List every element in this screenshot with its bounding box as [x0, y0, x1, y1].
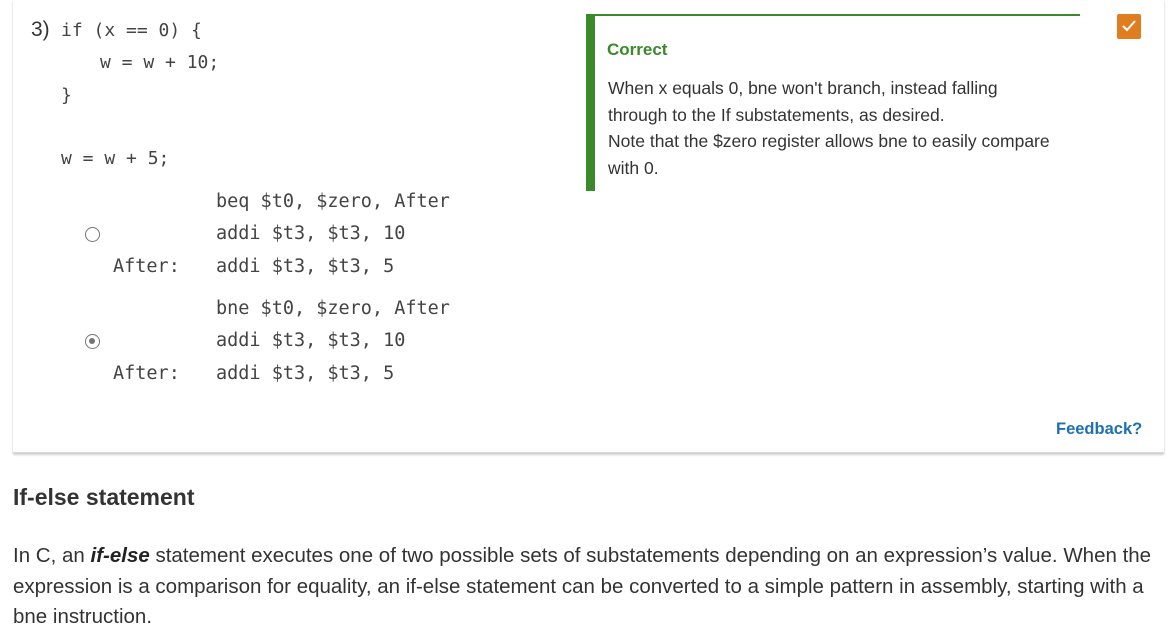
para-intro: In C, an	[13, 544, 91, 567]
option-1-label: After:	[113, 256, 180, 277]
option-2-line-1: bne $t0, $zero, After	[216, 298, 450, 319]
option-1-line-3: addi $t3, $t3, 5	[216, 256, 395, 277]
section-heading: If-else statement	[13, 484, 195, 510]
option-2-label: After:	[113, 363, 180, 384]
option-1-line-1: beq $t0, $zero, After	[216, 191, 450, 212]
option-1-line-2: addi $t3, $t3, 10	[216, 223, 406, 244]
feedback-status: Correct	[607, 40, 668, 59]
feedback-line-4: with 0.	[608, 157, 659, 178]
section-paragraph: In C, an if-else statement executes one …	[13, 541, 1165, 633]
code-line-body: w = w + 10;	[100, 52, 220, 73]
feedback-line-2: through to the If substatements, as desi…	[608, 104, 945, 125]
para-term: if-else	[90, 544, 150, 567]
code-line-close-brace: }	[61, 85, 72, 106]
feedback-line-3: Note that the $zero register allows bne …	[608, 131, 1050, 151]
option-2-radio[interactable]	[85, 334, 100, 349]
option-1-radio[interactable]	[85, 227, 100, 242]
feedback-link[interactable]: Feedback?	[1056, 420, 1142, 439]
option-2-line-2: addi $t3, $t3, 10	[216, 330, 406, 351]
question-number: 3)	[31, 18, 50, 41]
feedback-line-1: When x equals 0, bne won't branch, inste…	[608, 78, 998, 98]
code-line-after: w = w + 5;	[61, 148, 170, 169]
check-icon	[1117, 14, 1141, 39]
feedback-explanation: When x equals 0, bne won't branch, inste…	[608, 75, 1088, 181]
option-2-line-3: addi $t3, $t3, 5	[216, 363, 395, 384]
para-body: statement executes one of two possible s…	[13, 544, 1152, 628]
code-line-if: if (x == 0) {	[61, 20, 202, 41]
